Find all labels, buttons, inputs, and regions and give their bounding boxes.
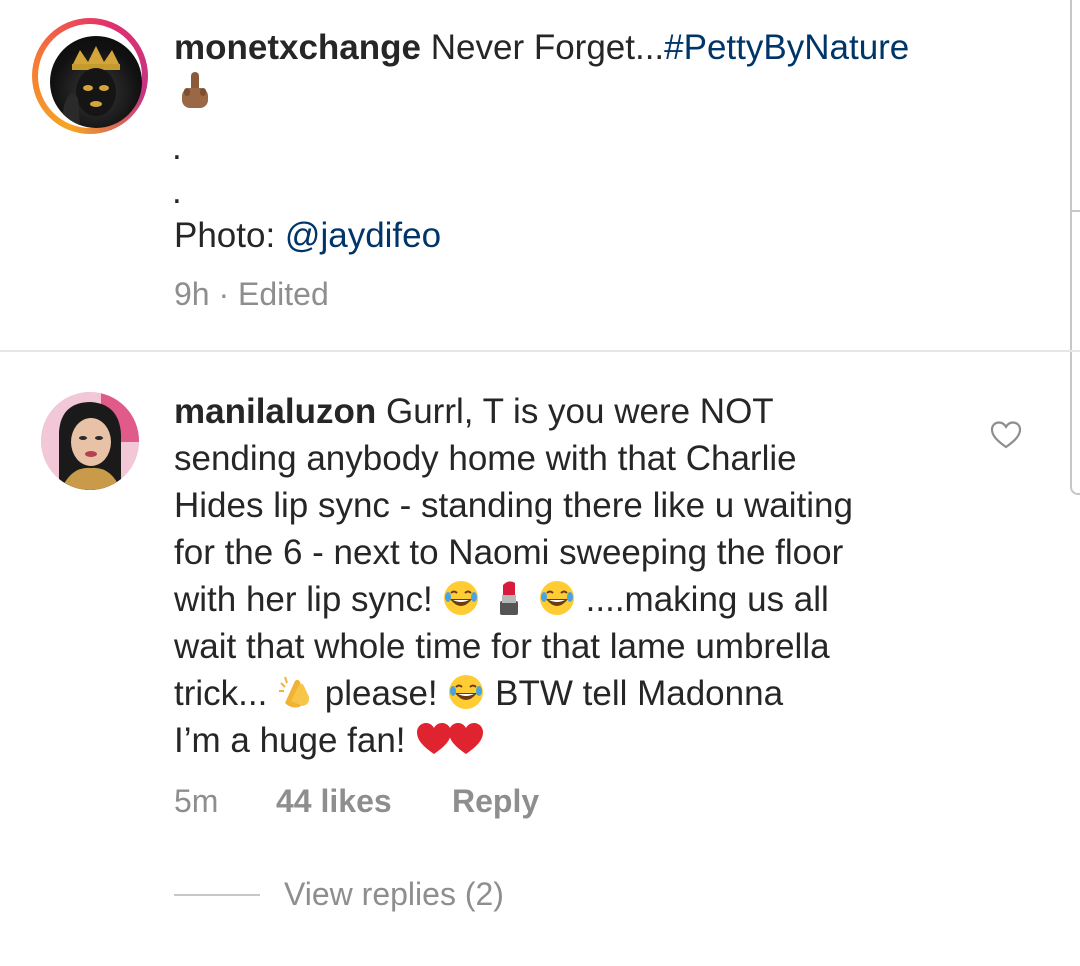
comment-line: with her lip sync! ....making us all bbox=[174, 576, 829, 623]
post-time: 9h bbox=[174, 276, 210, 312]
laughing-tears-emoji-icon bbox=[539, 581, 574, 615]
comment-text: trick... bbox=[174, 674, 268, 713]
comment-text: sending anybody home with that Charlie bbox=[174, 439, 797, 478]
comment-text: please! bbox=[324, 674, 438, 713]
post-caption-line: monetxchange Never Forget...#PettyByNatu… bbox=[174, 24, 909, 71]
hashtag-link[interactable]: #PettyByNature bbox=[664, 28, 909, 67]
red-heart-emoji-icon bbox=[449, 723, 484, 754]
comment-text: for the 6 - next to Naomi sweeping the f… bbox=[174, 533, 844, 572]
photo-credit-line: Photo: @jaydifeo bbox=[174, 212, 441, 259]
caption-dot: . bbox=[172, 128, 182, 167]
avatar-monetxchange[interactable] bbox=[50, 36, 142, 128]
post-username[interactable]: monetxchange bbox=[174, 28, 421, 67]
view-replies-button[interactable]: View replies (2) bbox=[284, 876, 504, 913]
photo-label: Photo: bbox=[174, 216, 285, 255]
photo-credit-link[interactable]: @jaydifeo bbox=[285, 216, 441, 255]
avatar-portrait-icon bbox=[60, 46, 120, 128]
divider bbox=[0, 350, 1080, 352]
comment-text: ....making us all bbox=[585, 580, 829, 619]
avatar-portrait-icon bbox=[41, 392, 139, 490]
post-caption-text: Never Forget... bbox=[430, 28, 665, 67]
likes-count-link[interactable]: 44 likes bbox=[276, 783, 392, 820]
middle-finger-icon bbox=[178, 72, 212, 114]
post-meta: 9h · Edited bbox=[174, 276, 329, 313]
caption-dot: . bbox=[172, 172, 182, 211]
comment-line: trick... please! BTW tell Madonna bbox=[174, 670, 783, 717]
comment-text: Hides lip sync - standing there like u w… bbox=[174, 486, 853, 525]
comment-text: with her lip sync! bbox=[174, 580, 433, 619]
avatar-story-ring[interactable] bbox=[32, 18, 148, 134]
comment-text: Gurrl, T is you were NOT bbox=[385, 392, 774, 431]
comment-time: 5m bbox=[174, 783, 219, 819]
avatar-manilaluzon[interactable] bbox=[41, 392, 139, 490]
post-edited-label: Edited bbox=[238, 276, 329, 312]
reply-button[interactable]: Reply bbox=[452, 783, 539, 820]
comment-username[interactable]: manilaluzon bbox=[174, 392, 376, 431]
comment-line: manilaluzon Gurrl, T is you were NOT bbox=[174, 388, 774, 435]
meta-separator: · bbox=[209, 276, 239, 312]
comment-line: I’m a huge fan! bbox=[174, 717, 485, 764]
like-heart-icon[interactable] bbox=[990, 420, 1022, 450]
scrollbar-thumb[interactable] bbox=[1070, 0, 1080, 212]
laughing-tears-emoji-icon bbox=[444, 581, 479, 615]
comment-text: wait that whole time for that lame umbre… bbox=[174, 627, 830, 666]
laughing-tears-emoji-icon bbox=[449, 675, 484, 709]
scrollbar[interactable] bbox=[1070, 0, 1080, 495]
comment-text: I’m a huge fan! bbox=[174, 721, 406, 760]
comment-text: BTW tell Madonna bbox=[495, 674, 784, 713]
lipstick-emoji-icon bbox=[500, 581, 519, 615]
clapping-hands-emoji-icon bbox=[279, 676, 310, 708]
view-replies-line bbox=[174, 894, 260, 896]
